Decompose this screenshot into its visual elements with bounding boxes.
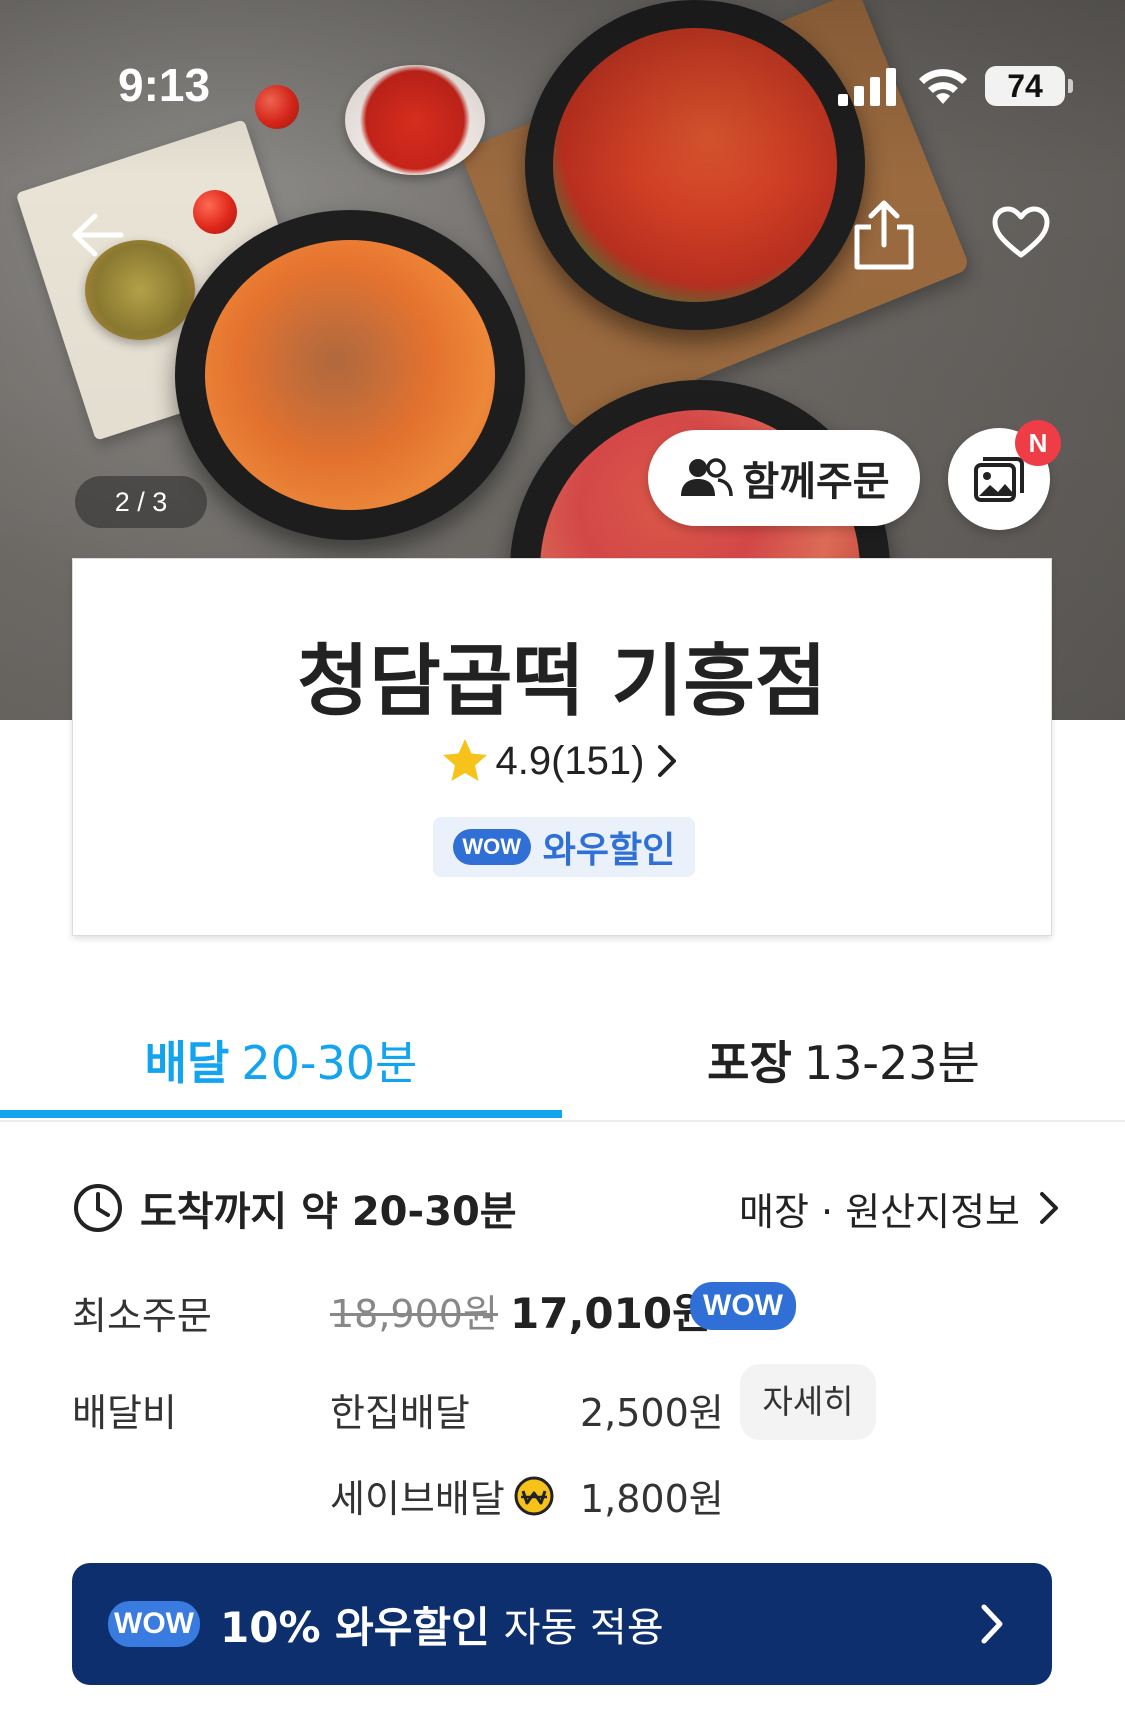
save-delivery-price: 1,800원: [580, 1477, 724, 1521]
status-time: 9:13: [118, 59, 211, 111]
active-tab-indicator: [0, 1110, 562, 1118]
save-delivery-type-row: 세이브배달: [330, 1468, 555, 1523]
favorite-button[interactable]: [985, 198, 1057, 268]
delivery-fee-label: 배달비: [72, 1391, 177, 1435]
tab-delivery-label: 배달: [144, 1036, 230, 1090]
heart-icon: [992, 206, 1050, 258]
tab-delivery[interactable]: 배달 20-30분: [0, 1000, 562, 1120]
eta-text: 도착까지 약 20-30분: [140, 1189, 517, 1235]
tomato-decor: [193, 190, 237, 234]
min-order-wow-badge: WOW: [690, 1282, 796, 1330]
chevron-right-icon: [658, 745, 677, 777]
min-order-original-price: 18,900원: [330, 1292, 498, 1336]
image-pager: 2 / 3: [75, 476, 207, 528]
order-type-tabs: 배달 20-30분 포장 13-23분: [0, 1000, 1125, 1122]
wow-coin-icon: [514, 1476, 554, 1515]
group-order-label: 함께주문: [742, 459, 890, 505]
tomato-bowl: [345, 65, 485, 175]
tab-delivery-time: 20-30분: [241, 1036, 418, 1090]
store-origin-info-link[interactable]: 매장 · 원산지정보: [739, 1180, 1062, 1236]
single-delivery-type: 한집배달: [330, 1391, 470, 1435]
wow-banner-badge: WOW: [108, 1601, 200, 1647]
group-people-icon: [681, 458, 734, 497]
tomato-decor: [255, 85, 299, 129]
photo-gallery-icon: [974, 457, 1024, 502]
food-bowl: [175, 210, 525, 540]
chevron-right-icon: [981, 1604, 1003, 1644]
wifi-icon: [919, 69, 967, 104]
tab-takeout-label: 포장: [707, 1036, 792, 1090]
arrow-left-icon: [72, 213, 124, 257]
wow-banner-bold-text: 10% 와우할인: [220, 1602, 490, 1652]
fee-detail-button[interactable]: 자세히: [740, 1364, 876, 1440]
store-origin-info-label: 매장 · 원산지정보: [739, 1189, 1020, 1234]
wow-banner-rest-text: 자동 적용: [503, 1605, 664, 1651]
rating-value: 4.9(151): [495, 738, 645, 783]
store-name: 청담곱떡 기흥점: [297, 637, 827, 727]
wow-discount-label: 와우할인: [542, 830, 676, 871]
save-delivery-type: 세이브배달: [330, 1477, 505, 1521]
single-delivery-price: 2,500원: [580, 1391, 724, 1435]
eta-row: 도착까지 약 20-30분 매장 · 원산지정보: [72, 1180, 1062, 1236]
tab-takeout[interactable]: 포장 13-23분: [562, 1000, 1125, 1120]
share-button[interactable]: [848, 195, 920, 275]
chevron-right-icon: [1040, 1192, 1058, 1224]
rating-link[interactable]: 4.9(151): [73, 737, 1051, 785]
food-bowl: [525, 0, 865, 330]
min-order-label: 최소주문: [72, 1294, 212, 1338]
new-badge: N: [1015, 420, 1061, 466]
clock-icon: [74, 1184, 122, 1232]
battery-indicator: 74: [985, 66, 1073, 106]
back-button[interactable]: [62, 200, 132, 270]
napkin-decor: [15, 119, 325, 441]
wow-discount-chip: WOW 와우할인: [433, 817, 695, 877]
tab-takeout-time: 13-23분: [803, 1036, 980, 1090]
share-icon: [854, 200, 914, 270]
star-icon: [442, 739, 487, 781]
min-order-discounted-price: 17,010원: [510, 1289, 711, 1338]
group-order-button[interactable]: 함께주문: [648, 430, 920, 526]
wow-discount-banner[interactable]: WOW 10% 와우할인 자동 적용: [72, 1563, 1052, 1685]
wow-badge: WOW: [452, 829, 531, 865]
cellular-signal-icon: [838, 68, 896, 106]
store-info-card: 청담곱떡 기흥점 4.9(151) WOW 와우할인: [72, 558, 1052, 936]
